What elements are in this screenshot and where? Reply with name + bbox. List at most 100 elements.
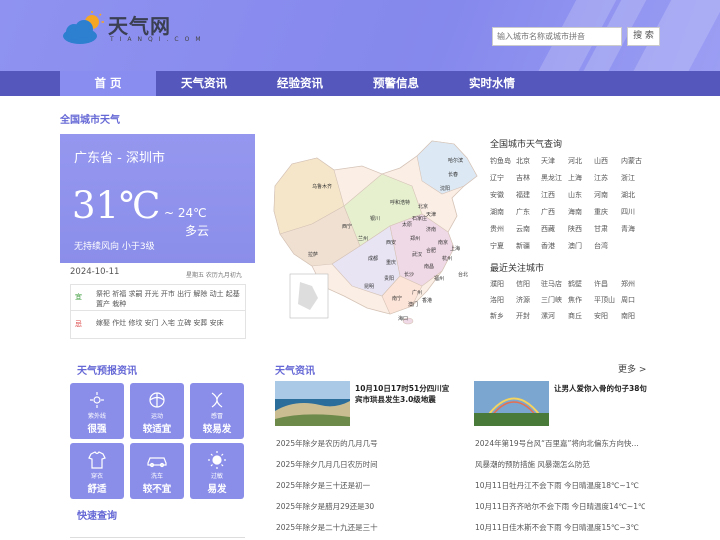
news-link[interactable]: 风暴潮的预防措施 风暴潮怎么防范 bbox=[475, 459, 645, 470]
city-link[interactable]: 辽宁 bbox=[490, 173, 504, 183]
city-link[interactable]: 安徽 bbox=[490, 190, 504, 200]
yi-icon: 宜 bbox=[75, 293, 82, 301]
city-link[interactable]: 海南 bbox=[568, 207, 582, 217]
site-logo[interactable]: 天气网 TIANQI.COM bbox=[60, 8, 201, 46]
news-thumbnail-coast[interactable] bbox=[275, 381, 350, 426]
search-button[interactable]: 搜 索 bbox=[627, 27, 660, 46]
nav-warnings[interactable]: 预警信息 bbox=[356, 71, 436, 96]
almanac-ji-text: 嫁娶 作灶 修坟 安门 入宅 立碑 安葬 安床 bbox=[96, 319, 224, 327]
allergy-index-tile[interactable]: 过敏 易发 bbox=[190, 443, 244, 499]
city-link[interactable]: 甘肃 bbox=[594, 224, 608, 234]
cold-index-tile[interactable]: 感冒 较易发 bbox=[190, 383, 244, 439]
city-link[interactable]: 新疆 bbox=[516, 241, 530, 251]
city-link[interactable]: 湖南 bbox=[490, 207, 504, 217]
city-link[interactable]: 吉林 bbox=[516, 173, 530, 183]
city-link[interactable]: 福建 bbox=[516, 190, 530, 200]
map-label: 济南 bbox=[426, 226, 436, 233]
news-link[interactable]: 2025年除夕是腊月29还是30 bbox=[276, 501, 456, 512]
city-link[interactable]: 安阳 bbox=[594, 311, 608, 321]
city-link[interactable]: 南阳 bbox=[621, 311, 635, 321]
map-label: 乌鲁木齐 bbox=[312, 183, 332, 190]
national-query-title: 全国城市天气查询 bbox=[490, 140, 563, 150]
almanac-ji-row: 忌 嫁娶 作灶 修坟 安门 入宅 立碑 安葬 安床 bbox=[71, 312, 245, 338]
clothing-index-tile[interactable]: 穿衣 舒适 bbox=[70, 443, 124, 499]
clothing-icon bbox=[88, 451, 106, 469]
city-link[interactable]: 河南 bbox=[594, 190, 608, 200]
city-link[interactable]: 内蒙古 bbox=[621, 156, 642, 166]
city-search-input[interactable] bbox=[492, 27, 622, 46]
city-link[interactable]: 上海 bbox=[568, 173, 582, 183]
nav-water-info[interactable]: 实时水情 bbox=[452, 71, 532, 96]
sun-icon bbox=[208, 451, 226, 469]
city-link[interactable]: 开封 bbox=[516, 311, 530, 321]
city-link[interactable]: 济源 bbox=[516, 295, 530, 305]
news-thumbnail-rainbow[interactable] bbox=[474, 381, 549, 426]
city-link[interactable]: 宁夏 bbox=[490, 241, 504, 251]
news-link[interactable]: 10月11日牡丹江不会下雨 今日晴温度18℃~1℃ bbox=[475, 480, 645, 491]
city-link[interactable]: 山西 bbox=[594, 156, 608, 166]
city-link[interactable]: 江西 bbox=[541, 190, 555, 200]
city-link[interactable]: 湖北 bbox=[621, 190, 635, 200]
city-link[interactable]: 天津 bbox=[541, 156, 555, 166]
city-link[interactable]: 江苏 bbox=[594, 173, 608, 183]
city-link[interactable]: 漯河 bbox=[541, 311, 555, 321]
city-link[interactable]: 广西 bbox=[541, 207, 555, 217]
city-link[interactable]: 郑州 bbox=[621, 279, 635, 289]
carwash-index-tile[interactable]: 洗车 较不宜 bbox=[130, 443, 184, 499]
nav-weather-news[interactable]: 天气资讯 bbox=[164, 71, 244, 96]
city-link[interactable]: 信阳 bbox=[516, 279, 530, 289]
city-link[interactable]: 河北 bbox=[568, 156, 582, 166]
city-link[interactable]: 钓鱼岛 bbox=[490, 156, 511, 166]
headline-earthquake[interactable]: 10月10日17时51分四川宜宾市珙县发生3.0级地震 bbox=[355, 383, 450, 405]
city-link[interactable]: 北京 bbox=[516, 156, 530, 166]
map-label: 沈阳 bbox=[440, 185, 450, 192]
city-link[interactable]: 贵州 bbox=[490, 224, 504, 234]
city-link[interactable]: 驻马店 bbox=[541, 279, 562, 289]
quick-query-title[interactable]: 快速查询 bbox=[77, 507, 117, 522]
news-link[interactable]: 10月11日佳木斯不会下雨 今日晴温度15℃~3℃ bbox=[475, 522, 645, 533]
map-label: 杭州 bbox=[442, 255, 452, 262]
city-link[interactable]: 青海 bbox=[621, 224, 635, 234]
city-link[interactable]: 焦作 bbox=[568, 295, 582, 305]
city-link[interactable]: 西藏 bbox=[541, 224, 555, 234]
city-link[interactable]: 陕西 bbox=[568, 224, 582, 234]
uv-index-tile[interactable]: 紫外线 很强 bbox=[70, 383, 124, 439]
map-label: 长沙 bbox=[404, 271, 414, 278]
map-label: 西宁 bbox=[342, 223, 352, 230]
sport-index-tile[interactable]: 运动 较适宜 bbox=[130, 383, 184, 439]
current-weather-card[interactable]: 广东省 - 深圳市 31℃ ~ 24℃ 多云 无持续风向 小于3级 bbox=[60, 134, 255, 263]
map-label: 郑州 bbox=[410, 235, 420, 242]
news-link[interactable]: 10月11日齐齐哈尔不会下雨 今日晴温度14℃~1℃ bbox=[475, 501, 645, 512]
city-link[interactable]: 香港 bbox=[541, 241, 555, 251]
city-link[interactable]: 新乡 bbox=[490, 311, 504, 321]
city-link[interactable]: 广东 bbox=[516, 207, 530, 217]
news-link[interactable]: 2025年除夕几月几日农历时间 bbox=[276, 459, 456, 470]
city-link[interactable]: 重庆 bbox=[594, 207, 608, 217]
china-map[interactable]: 乌鲁木齐 拉萨 西宁 兰州 呼和浩特 银川 太原 北京 天津 石家庄 济南 郑州… bbox=[272, 136, 482, 326]
nav-home[interactable]: 首 页 bbox=[60, 71, 156, 96]
city-link[interactable]: 洛阳 bbox=[490, 295, 504, 305]
city-link[interactable]: 云南 bbox=[516, 224, 530, 234]
wind-info: 无持续风向 小于3级 bbox=[74, 242, 155, 252]
news-link[interactable]: 2025年除夕是三十还是初一 bbox=[276, 480, 456, 491]
headline-quotes[interactable]: 让男人爱你入骨的句子38句 bbox=[554, 383, 649, 394]
city-link[interactable]: 澳门 bbox=[568, 241, 582, 251]
city-link[interactable]: 周口 bbox=[621, 295, 635, 305]
city-link[interactable]: 山东 bbox=[568, 190, 582, 200]
recent-focus-title: 最近关注城市 bbox=[490, 264, 545, 274]
city-link[interactable]: 浙江 bbox=[621, 173, 635, 183]
more-news-link[interactable]: 更多 > bbox=[618, 362, 646, 375]
city-link[interactable]: 黑龙江 bbox=[541, 173, 562, 183]
city-link[interactable]: 三门峡 bbox=[541, 295, 562, 305]
news-link[interactable]: 2025年除夕是农历的几月几号 bbox=[276, 438, 456, 449]
city-link[interactable]: 商丘 bbox=[568, 311, 582, 321]
city-link[interactable]: 许昌 bbox=[594, 279, 608, 289]
city-link[interactable]: 平顶山 bbox=[594, 295, 615, 305]
news-link[interactable]: 2025年除夕是二十九还是三十 bbox=[276, 522, 456, 533]
news-link[interactable]: 2024年第19号台风“百里嘉”将向北偏东方向快… bbox=[475, 438, 645, 449]
nav-experience-news[interactable]: 经验资讯 bbox=[260, 71, 340, 96]
city-link[interactable]: 台湾 bbox=[594, 241, 608, 251]
city-link[interactable]: 四川 bbox=[621, 207, 635, 217]
city-link[interactable]: 濮阳 bbox=[490, 279, 504, 289]
city-link[interactable]: 鹤壁 bbox=[568, 279, 582, 289]
